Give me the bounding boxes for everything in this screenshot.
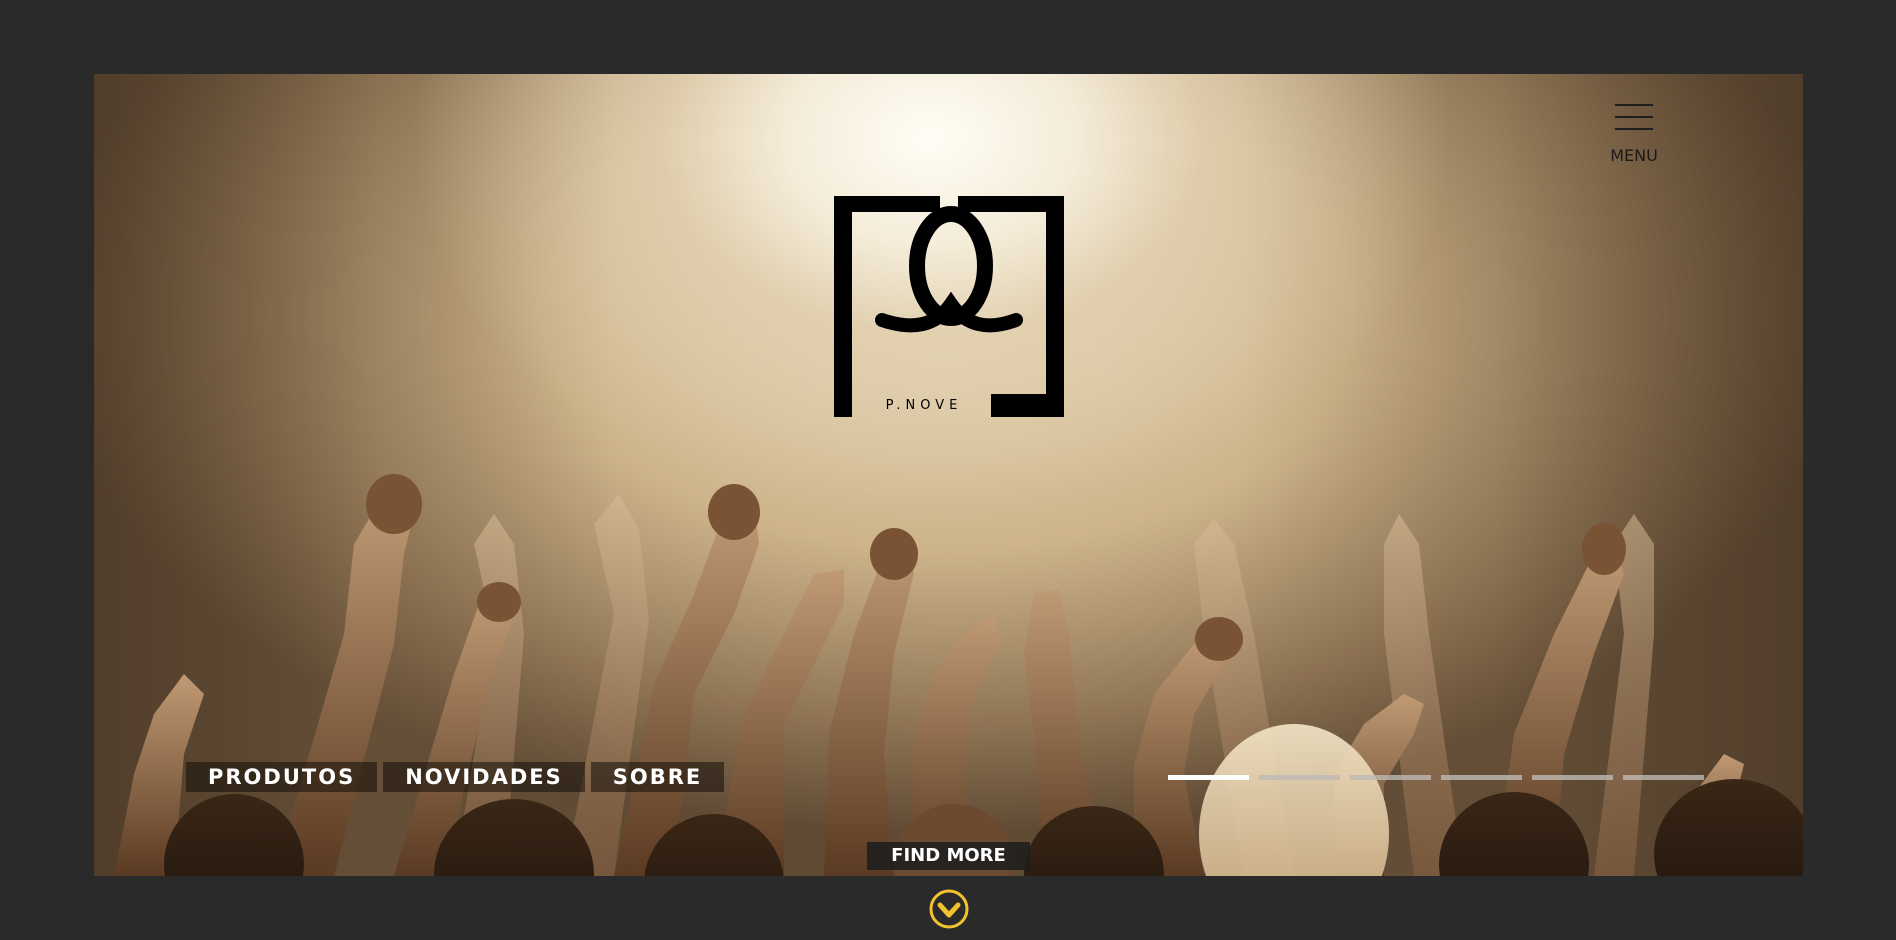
crowd-background-image — [114, 474, 1803, 876]
page: MENU P.NOVE PRODUTOS NOVIDADES SOBRE FIN… — [0, 0, 1896, 940]
scroll-down-button[interactable] — [928, 888, 970, 930]
slide-indicator-3[interactable] — [1350, 775, 1431, 780]
hero-banner: MENU P.NOVE PRODUTOS NOVIDADES SOBRE FIN… — [94, 74, 1803, 876]
find-more-button[interactable]: FIND MORE — [867, 842, 1030, 870]
logo-wordmark: P.NOVE — [885, 398, 963, 413]
hamburger-icon — [1615, 104, 1653, 132]
bottom-nav: PRODUTOS NOVIDADES SOBRE — [186, 762, 725, 792]
menu-label: MENU — [1610, 146, 1658, 165]
slider-indicators — [1168, 775, 1704, 780]
slide-indicator-4[interactable] — [1441, 775, 1522, 780]
menu-button[interactable]: MENU — [1594, 104, 1674, 170]
slide-indicator-2[interactable] — [1259, 775, 1340, 780]
slide-indicator-6[interactable] — [1623, 775, 1704, 780]
slide-indicator-1[interactable] — [1168, 775, 1249, 780]
chevron-down-circle-icon — [929, 889, 969, 929]
nav-item-sobre[interactable]: SOBRE — [590, 762, 725, 792]
nav-item-novidades[interactable]: NOVIDADES — [383, 762, 585, 792]
nav-item-produtos[interactable]: PRODUTOS — [186, 762, 378, 792]
slide-indicator-5[interactable] — [1532, 775, 1613, 780]
p-nove-logo-icon — [834, 196, 1064, 417]
p-nove-logo[interactable]: P.NOVE — [834, 196, 1064, 417]
